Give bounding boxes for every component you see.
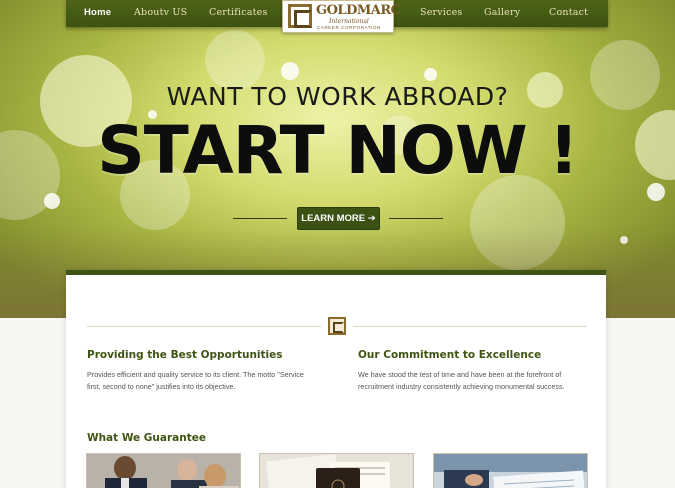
site-logo[interactable]: GOLDMARC International CAREER CORPORATIO… — [282, 0, 401, 33]
business-meeting-image — [87, 454, 240, 488]
nav-about-us[interactable]: Aboutv US — [134, 7, 187, 18]
section-divider-right — [353, 326, 587, 327]
content-panel: Providing the Best Opportunities Provide… — [66, 270, 606, 488]
hero-divider-right — [389, 218, 443, 219]
hero-heading: WANT TO WORK ABROAD? — [166, 82, 509, 111]
opportunities-text: Provides efficient and quality service t… — [87, 370, 304, 391]
hero-divider-left — [233, 218, 287, 219]
bokeh-light — [424, 68, 437, 81]
nav-services[interactable]: Services — [420, 7, 463, 18]
logo-subtitle: CAREER CORPORATION — [317, 25, 381, 30]
bokeh-light — [205, 30, 265, 90]
bokeh-light — [470, 175, 565, 270]
paperwork-signing-image — [434, 454, 587, 488]
nav-home[interactable]: Home — [84, 7, 111, 18]
logo-tagline: International — [329, 18, 369, 25]
commitment-title: Our Commitment to Excellence — [358, 349, 542, 361]
bokeh-light — [620, 236, 628, 244]
bokeh-light — [44, 193, 60, 209]
passport-documents-photo[interactable] — [259, 453, 414, 488]
hero-headline: START NOW ! — [97, 112, 579, 189]
commitment-text: We have stood the test of time and have … — [358, 370, 565, 391]
nav-gallery[interactable]: Gallery — [484, 7, 520, 18]
opportunities-title: Providing the Best Opportunities — [87, 349, 283, 361]
nav-certificates[interactable]: Certificates — [209, 7, 268, 18]
section-divider-left — [87, 326, 321, 327]
logo-name: GOLDMARC — [316, 3, 401, 18]
nav-contact[interactable]: Contact — [549, 7, 588, 18]
logo-g-icon — [288, 4, 312, 28]
business-meeting-photo[interactable] — [86, 453, 241, 488]
learn-more-button[interactable]: LEARN MORE ➔ — [297, 207, 380, 230]
logo-g-icon — [328, 317, 346, 335]
bokeh-light — [281, 62, 299, 80]
guarantee-title: What We Guarantee — [87, 432, 206, 444]
passport-documents-image — [260, 454, 413, 488]
paperwork-signing-photo[interactable] — [433, 453, 588, 488]
